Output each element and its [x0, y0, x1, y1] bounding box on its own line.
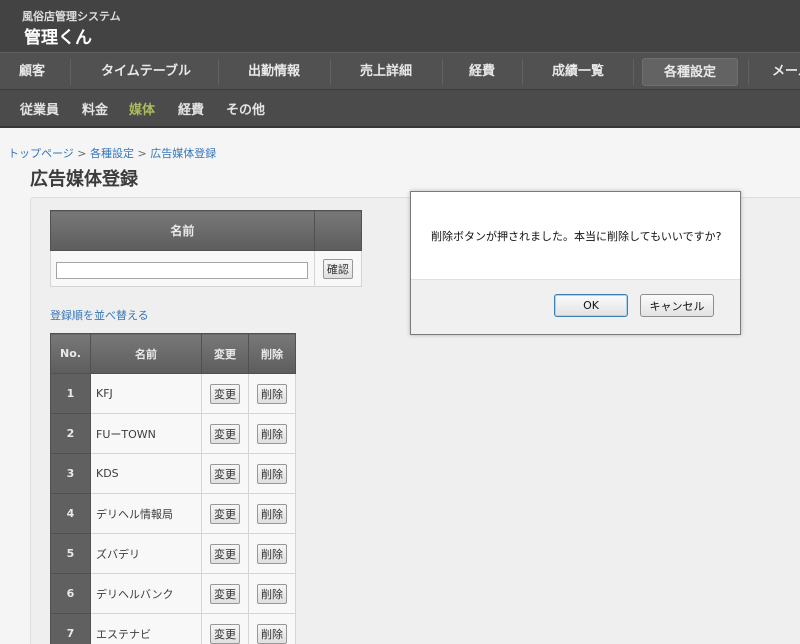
dialog-message: 削除ボタンが押されました。本当に削除してもいいですか?: [431, 230, 722, 243]
dialog-footer: OK キャンセル: [411, 279, 740, 334]
ok-button[interactable]: OK: [554, 294, 628, 317]
confirm-dialog: 削除ボタンが押されました。本当に削除してもいいですか? OK キャンセル: [410, 191, 741, 335]
cancel-button[interactable]: キャンセル: [640, 294, 714, 317]
